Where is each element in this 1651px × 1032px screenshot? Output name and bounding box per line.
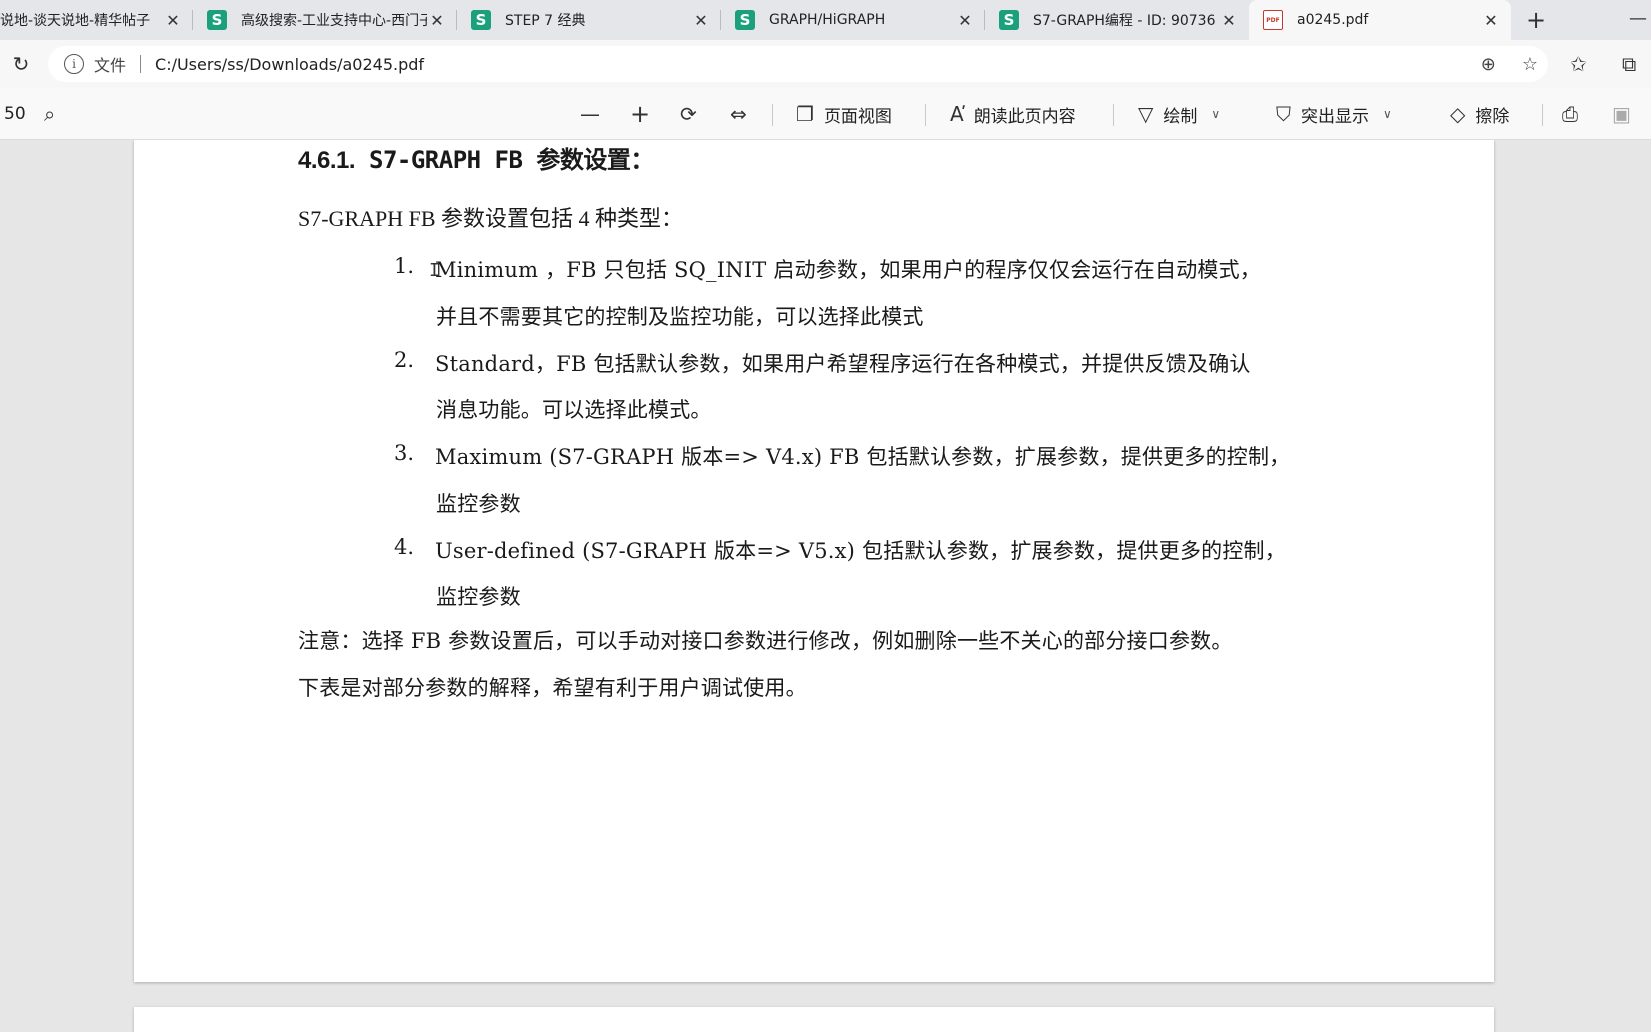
s-logo-icon: S (471, 10, 491, 30)
s-logo-icon: S (999, 10, 1019, 30)
omnibox-actions: ⊕ ☆ (1481, 46, 1538, 82)
list-number: 2. (394, 348, 415, 372)
pdf-page: 4.6.1. S7-GRAPH FB 参数设置： S7-GRAPH FB 参数设… (134, 140, 1494, 982)
zoom-out-button[interactable]: — (580, 88, 610, 140)
tab-title: 高级搜索-工业支持中心-西门子 (241, 13, 427, 29)
tab-4[interactable]: S S7-GRAPH编程 - ID: 90736 ✕ (985, 0, 1249, 40)
s-logo-icon: S (207, 10, 227, 30)
add-favorite-icon[interactable]: ☆ (1522, 54, 1538, 75)
highlight-button[interactable]: ⛉ 突出显示 ∨ (1276, 88, 1392, 140)
read-aloud-button[interactable]: A̕ 朗读此页内容 (950, 88, 1076, 140)
tab-1[interactable]: S 高级搜索-工业支持中心-西门子 ✕ (193, 0, 457, 40)
favorites-icon[interactable]: ✩ (1570, 40, 1587, 88)
heading-number: 4.6.1. (298, 147, 356, 174)
note-paragraph: 注意：选择 FB 参数设置后，可以手动对接口参数进行修改，例如删除一些不关心的部… (298, 629, 1233, 653)
collections-icon[interactable]: ⧉ (1622, 40, 1636, 88)
list-item-line: 并且不需要其它的控制及监控功能，可以选择此模式 (436, 305, 924, 329)
toolbar-divider (1113, 104, 1114, 126)
section-heading: 4.6.1. S7-GRAPH FB 参数设置： (298, 140, 654, 175)
text-cursor-icon: I (429, 260, 440, 281)
tab-title: GRAPH/HiGRAPH (769, 12, 886, 28)
chevron-down-icon[interactable]: ∨ (1383, 107, 1392, 121)
close-icon[interactable]: ✕ (691, 11, 711, 30)
url-text[interactable]: C:/Users/ss/Downloads/a0245.pdf (155, 55, 424, 74)
tab-2[interactable]: S STEP 7 经典 ✕ (457, 0, 721, 40)
tab-title: STEP 7 经典 (505, 13, 586, 29)
search-button[interactable]: ⌕ (44, 88, 65, 140)
list-item-line: Minimum ，FB 只包括 SQ_INIT 启动参数，如果用户的程序仅仅会运… (435, 258, 1261, 282)
save-button[interactable]: ▣ (1612, 88, 1641, 140)
new-tab-button[interactable]: + (1511, 0, 1561, 40)
list-item-line: User-defined (S7-GRAPH 版本=> V5.x) 包括默认参数… (435, 539, 1286, 563)
rotate-icon: ⟳ (680, 102, 697, 126)
list-item-line: 监控参数 (436, 492, 521, 516)
toolbar-divider (925, 104, 926, 126)
save-icon: ▣ (1612, 102, 1631, 126)
page-view-button[interactable]: ❐ 页面视图 (796, 88, 892, 140)
minimize-icon[interactable]: — (1629, 8, 1647, 29)
list-number: 1. (394, 254, 415, 278)
tab-title: 说地-谈天说地-精华帖子 (0, 13, 151, 29)
read-aloud-label: 朗读此页内容 (973, 106, 1076, 127)
heading-text: S7-GRAPH FB 参数设置： (369, 146, 654, 174)
tab-title: S7-GRAPH编程 - ID: 90736 (1033, 13, 1216, 29)
note-paragraph: 下表是对部分参数的解释，希望有利于用户调试使用。 (298, 676, 807, 700)
scheme-label: 文件 (94, 56, 127, 75)
list-item-line: 监控参数 (436, 585, 521, 609)
list-item-line: Standard，FB 包括默认参数，如果用户希望程序运行在各种模式，并提供反馈… (435, 352, 1251, 376)
print-icon: ⎙ (1562, 102, 1578, 126)
tab-5-active[interactable]: PDF a0245.pdf ✕ (1249, 0, 1511, 40)
fit-width-button[interactable]: ⇔ (730, 88, 757, 140)
toolbar-divider (772, 104, 773, 126)
address-row: ↻ i 文件 C:/Users/ss/Downloads/a0245.pdf ⊕… (0, 40, 1651, 88)
list-number: 4. (394, 535, 415, 559)
divider (140, 55, 142, 73)
zoom-icon[interactable]: ⊕ (1481, 54, 1496, 75)
search-icon: ⌕ (44, 102, 56, 126)
eraser-icon: ◇ (1450, 102, 1466, 126)
tab-3[interactable]: S GRAPH/HiGRAPH ✕ (721, 0, 985, 40)
close-icon[interactable]: ✕ (1481, 11, 1501, 30)
erase-button[interactable]: ◇ 擦除 (1450, 88, 1509, 140)
close-icon[interactable]: ✕ (955, 11, 975, 30)
pdf-next-page (134, 1007, 1494, 1032)
page-number-input[interactable]: 50 (4, 88, 26, 140)
pdf-icon: PDF (1263, 10, 1283, 30)
page-view-icon: ❐ (796, 102, 814, 126)
close-icon[interactable]: ✕ (1219, 11, 1239, 30)
highlight-label: 突出显示 (1301, 106, 1369, 127)
tab-0[interactable]: 说地-谈天说地-精华帖子 ✕ (0, 0, 193, 40)
draw-button[interactable]: ▽ 绘制 ∨ (1138, 88, 1220, 140)
draw-icon: ▽ (1138, 102, 1154, 126)
minus-icon: — (580, 102, 600, 126)
plus-icon: + (630, 100, 651, 128)
toolbar-divider (1542, 104, 1543, 126)
draw-label: 绘制 (1163, 106, 1198, 127)
list-item-line: Maximum (S7-GRAPH 版本=> V4.x) FB 包括默认参数，扩… (435, 445, 1291, 469)
zoom-in-button[interactable]: + (630, 88, 660, 140)
read-aloud-icon: A̕ (950, 102, 964, 126)
page-view-label: 页面视图 (823, 106, 892, 127)
rotate-button[interactable]: ⟳ (680, 88, 707, 140)
chevron-down-icon[interactable]: ∨ (1211, 107, 1220, 121)
close-icon[interactable]: ✕ (163, 11, 183, 30)
s-logo-icon: S (735, 10, 755, 30)
pdf-toolbar: 50 ⌕ — + ⟳ ⇔ ❐ 页面视图 A̕ 朗读此页内容 ▽ 绘制 ∨ ⛉ 突… (0, 88, 1651, 140)
list-item-line: 消息功能。可以选择此模式。 (436, 398, 712, 422)
fit-width-icon: ⇔ (730, 102, 747, 126)
tab-title: a0245.pdf (1297, 12, 1369, 28)
highlight-icon: ⛉ (1276, 102, 1291, 126)
reload-icon[interactable]: ↻ (0, 52, 42, 76)
pdf-viewer[interactable]: 4.6.1. S7-GRAPH FB 参数设置： S7-GRAPH FB 参数设… (0, 140, 1651, 1032)
erase-label: 擦除 (1475, 106, 1510, 127)
intro-paragraph: S7-GRAPH FB 参数设置包括 4 种类型： (298, 206, 684, 231)
info-icon[interactable]: i (64, 54, 84, 74)
address-bar[interactable]: i 文件 C:/Users/ss/Downloads/a0245.pdf ⊕ ☆ (48, 46, 1548, 82)
tab-strip: 说地-谈天说地-精华帖子 ✕ S 高级搜索-工业支持中心-西门子 ✕ S STE… (0, 0, 1651, 40)
list-number: 3. (394, 441, 415, 465)
close-icon[interactable]: ✕ (427, 11, 447, 30)
print-button[interactable]: ⎙ (1562, 88, 1588, 140)
